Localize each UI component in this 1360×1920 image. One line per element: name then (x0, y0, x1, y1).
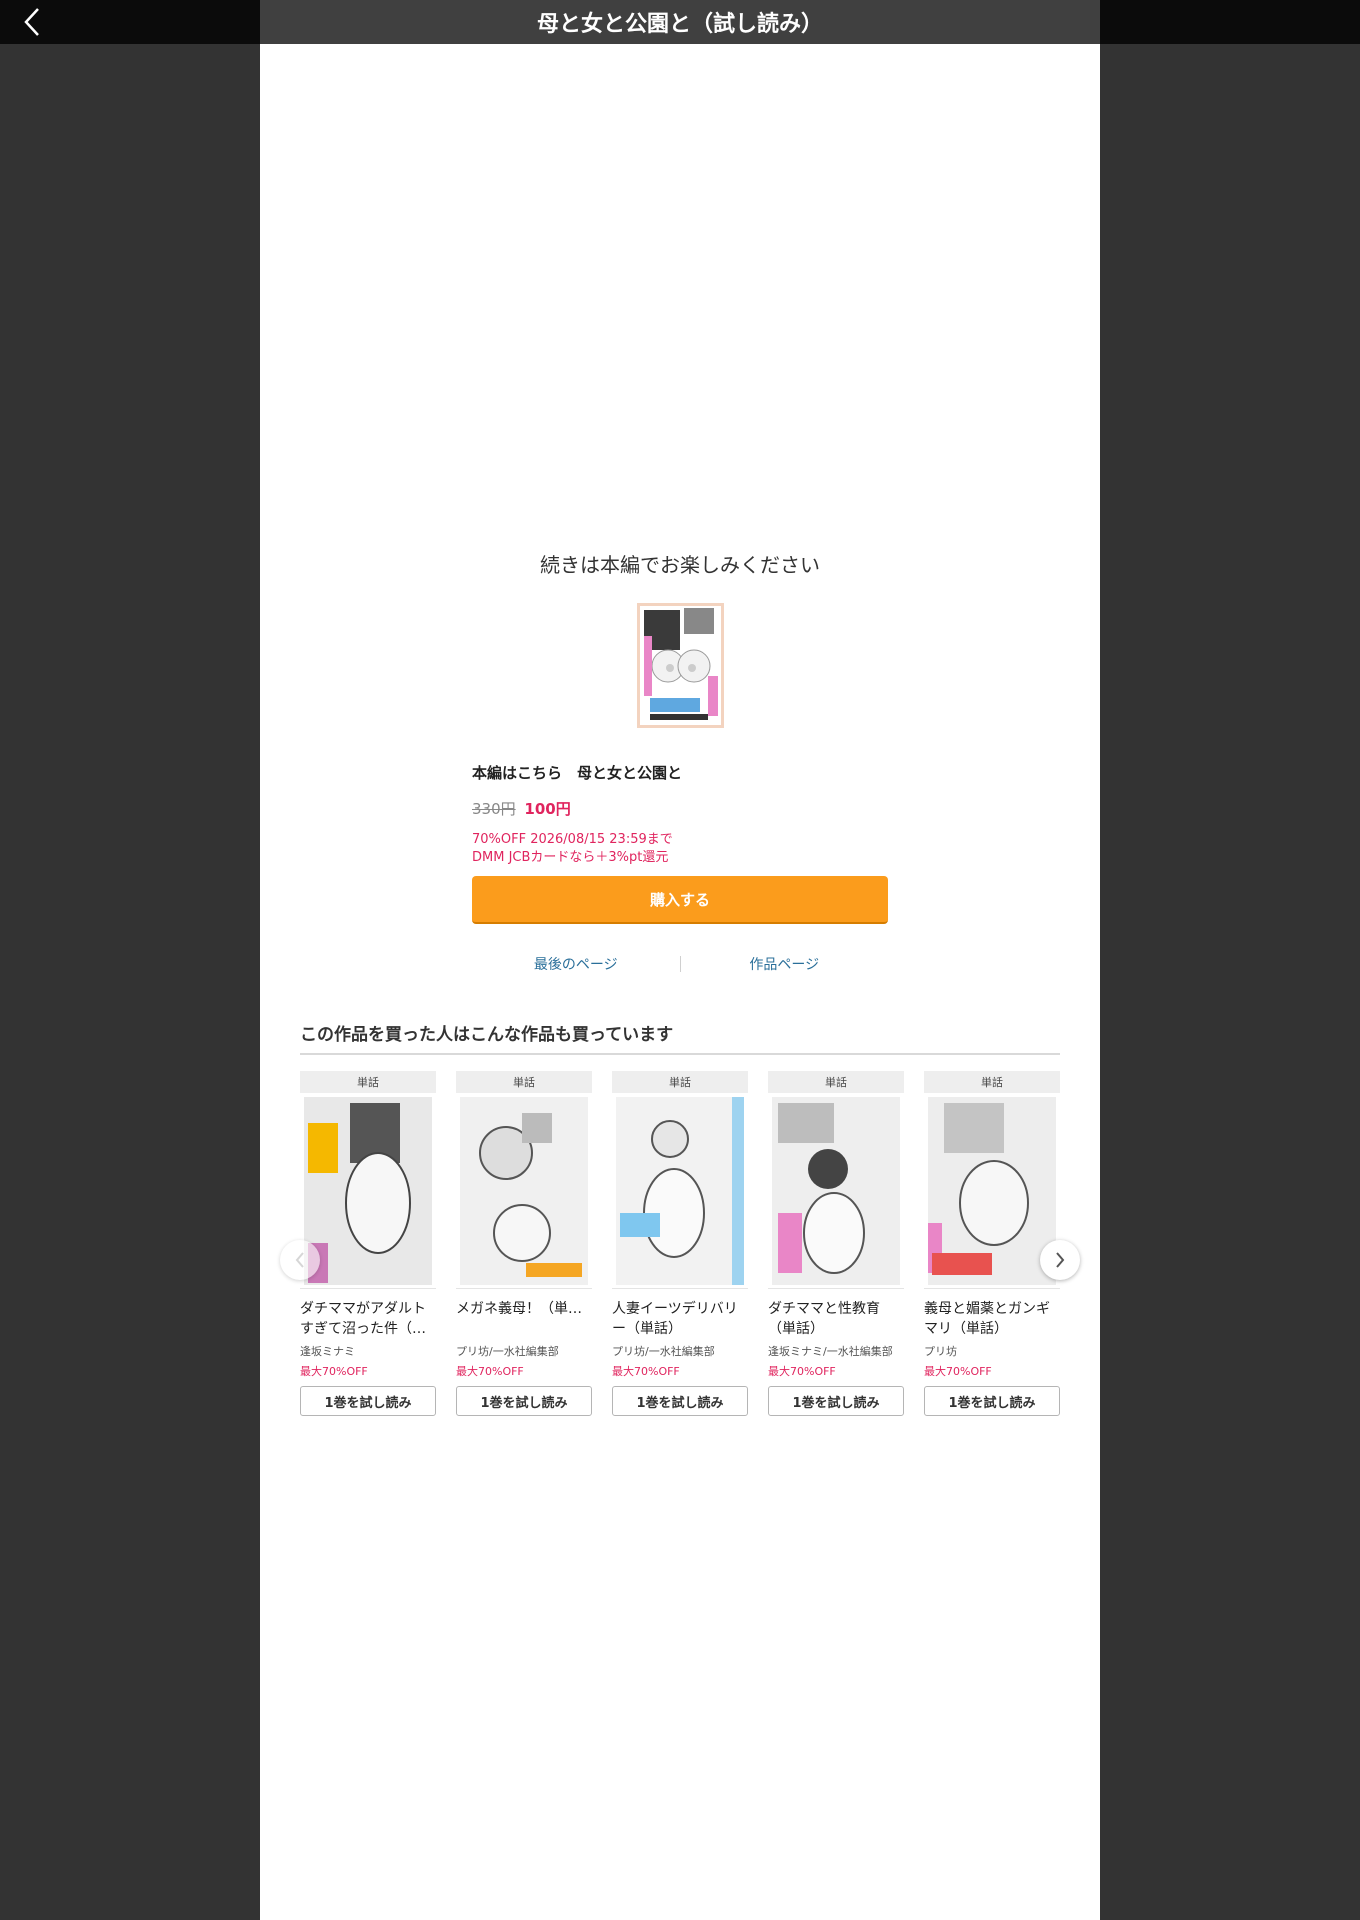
card-discount: 最大70%OFF (924, 1365, 992, 1378)
card-cover-image[interactable] (300, 1093, 436, 1289)
chevron-right-icon (1056, 1252, 1065, 1268)
card-type-label: 単話 (768, 1071, 904, 1093)
card-author[interactable]: プリ坊 (924, 1343, 1060, 1359)
card-author[interactable]: 逢坂ミナミ/一水社編集部 (768, 1343, 904, 1359)
card-title[interactable]: 義母と媚薬とガンギマリ（単話） (924, 1299, 1060, 1339)
carousel-next-button[interactable] (1040, 1240, 1080, 1280)
work-page-link[interactable]: 作品ページ (681, 954, 889, 974)
card-discount: 最大70%OFF (612, 1365, 680, 1378)
main-cover-image[interactable] (637, 603, 724, 728)
back-button[interactable] (14, 4, 50, 40)
original-price: 330円 (472, 800, 516, 818)
card-title[interactable]: ダチママと性教育（単話） (768, 1299, 904, 1339)
discount-period: 70%OFF 2026/08/15 23:59まで (472, 832, 673, 847)
recommendation-card: 単話 メガネ義母！（単… プリ坊/一水社編集部 最大70%OFF 1巻を試し読み (456, 1071, 592, 1416)
continue-message: 続きは本編でお楽しみください (540, 553, 820, 577)
sale-price: 100円 (524, 800, 571, 818)
card-cover-image[interactable] (768, 1093, 904, 1289)
card-type-label: 単話 (300, 1071, 436, 1093)
chevron-left-icon (24, 8, 39, 36)
card-title[interactable]: メガネ義母！（単… (456, 1299, 592, 1339)
recommendation-card: 単話 ダチママと性教育（単話） 逢坂ミナミ/一水社編集部 最大70%OFF 1巻… (768, 1071, 904, 1416)
trial-read-button[interactable]: 1巻を試し読み (612, 1386, 748, 1416)
cover-illustration (300, 1093, 436, 1288)
card-cover-image[interactable] (612, 1093, 748, 1289)
section-divider (300, 1053, 1060, 1055)
card-author[interactable]: 逢坂ミナミ (300, 1343, 436, 1359)
trial-read-button[interactable]: 1巻を試し読み (768, 1386, 904, 1416)
recommendation-card: 単話 義母と媚薬とガンギマリ（単話） プリ坊 最大70%OFF 1巻を試し読み (924, 1071, 1060, 1416)
last-page-link[interactable]: 最後のページ (472, 954, 680, 974)
card-type-label: 単話 (456, 1071, 592, 1093)
cover-illustration (768, 1093, 904, 1288)
card-discount: 最大70%OFF (300, 1365, 368, 1378)
card-type-label: 単話 (612, 1071, 748, 1093)
card-author[interactable]: プリ坊/一水社編集部 (456, 1343, 592, 1359)
trial-end-page: 続きは本編でお楽しみください 本編はこちら 母と女と公園と 330円 100円 … (260, 44, 1100, 1920)
product-title[interactable]: 本編はこちら 母と女と公園と (472, 762, 892, 783)
card-author[interactable]: プリ坊/一水社編集部 (612, 1343, 748, 1359)
cover-illustration (640, 606, 721, 725)
cover-illustration (612, 1093, 748, 1288)
cover-illustration (456, 1093, 592, 1288)
card-discount: 最大70%OFF (768, 1365, 836, 1378)
card-cover-image[interactable] (456, 1093, 592, 1289)
card-bonus-note: DMM JCBカードなら＋3%pt還元 (472, 850, 669, 865)
carousel-prev-button[interactable] (280, 1240, 320, 1280)
recommendation-card: 単話 ダチママがアダルトすぎて沼った件（… 逢坂ミナミ 最大70%OFF 1巻を… (300, 1071, 436, 1416)
card-type-label: 単話 (924, 1071, 1060, 1093)
buy-button[interactable]: 購入する (472, 876, 888, 924)
page-links: 最後のページ 作品ページ (472, 952, 888, 976)
top-bar: 母と女と公園と（試し読み） (0, 0, 1360, 44)
card-discount: 最大70%OFF (456, 1365, 524, 1378)
recommendations-title: この作品を買った人はこんな作品も買っています (300, 1025, 674, 1045)
price-row: 330円 100円 (472, 798, 571, 819)
card-title[interactable]: 人妻イーツデリバリー（単話） (612, 1299, 748, 1339)
trial-read-button[interactable]: 1巻を試し読み (456, 1386, 592, 1416)
viewer-title: 母と女と公園と（試し読み） (260, 0, 1100, 44)
recommendation-card: 単話 人妻イーツデリバリー（単話） プリ坊/一水社編集部 最大70%OFF 1巻… (612, 1071, 748, 1416)
trial-read-button[interactable]: 1巻を試し読み (924, 1386, 1060, 1416)
chevron-left-icon (295, 1252, 304, 1268)
trial-read-button[interactable]: 1巻を試し読み (300, 1386, 436, 1416)
card-title[interactable]: ダチママがアダルトすぎて沼った件（… (300, 1299, 436, 1339)
